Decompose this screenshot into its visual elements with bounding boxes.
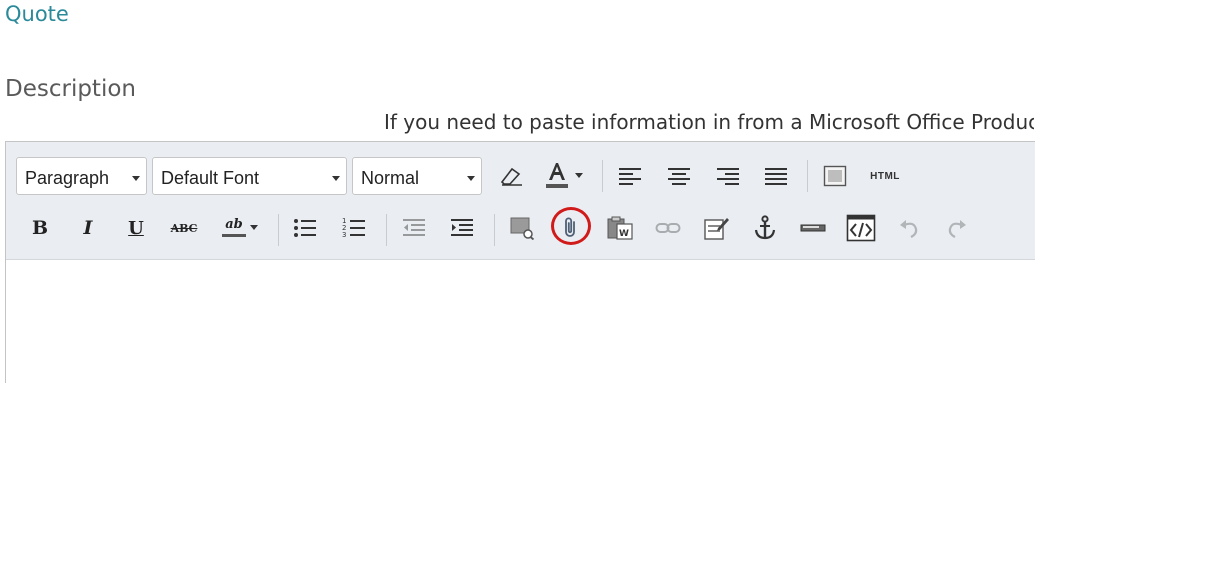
svg-text:W: W — [619, 229, 629, 239]
strikethrough-button[interactable]: ABC — [167, 211, 201, 245]
indent-button[interactable] — [445, 211, 479, 245]
chevron-down-icon — [250, 224, 258, 230]
font-select-value: Default Font — [161, 168, 260, 188]
numbered-list-button[interactable]: 1 2 3 — [337, 211, 371, 245]
insert-form-button[interactable] — [699, 211, 733, 245]
align-right-button[interactable] — [711, 159, 745, 193]
paste-word-button[interactable]: W — [603, 211, 637, 245]
align-left-icon — [619, 168, 641, 185]
align-right-icon — [717, 168, 739, 185]
align-center-icon — [668, 168, 690, 185]
anchor-icon — [754, 215, 776, 240]
insert-anchor-button[interactable] — [748, 211, 782, 245]
redo-icon — [948, 220, 966, 238]
editor-toolbar: Paragraph Default Font Normal HTML B I U… — [6, 142, 1035, 260]
font-color-icon — [546, 163, 568, 188]
underline-button[interactable]: U — [119, 211, 153, 245]
source-code-button[interactable] — [844, 211, 878, 245]
spellcheck-button[interactable]: ab — [214, 210, 266, 244]
bullet-list-icon — [294, 219, 316, 237]
html-button[interactable]: HTML — [866, 159, 904, 193]
align-justify-icon — [765, 168, 787, 185]
clipboard-word-icon: W — [607, 216, 633, 240]
toolbar-separator — [386, 214, 387, 246]
format-select[interactable]: Paragraph — [16, 157, 147, 195]
clear-format-button[interactable] — [494, 159, 528, 193]
quote-link[interactable]: Quote — [5, 2, 69, 26]
horizontal-rule-button[interactable] — [796, 211, 830, 245]
toolbar-separator — [278, 214, 279, 246]
attach-file-button[interactable] — [554, 211, 588, 245]
justify-button[interactable] — [759, 159, 793, 193]
insert-image-button[interactable] — [505, 211, 539, 245]
italic-button[interactable]: I — [71, 211, 105, 245]
size-select-value: Normal — [361, 168, 420, 188]
undo-button[interactable] — [892, 211, 926, 245]
fullscreen-button[interactable] — [818, 159, 852, 193]
spellcheck-label: ab — [225, 216, 243, 232]
align-left-button[interactable] — [613, 159, 647, 193]
indent-icon — [451, 219, 473, 236]
format-select-value: Paragraph — [25, 168, 110, 188]
numbered-list-icon: 1 2 3 — [342, 217, 365, 239]
insert-link-button[interactable] — [651, 211, 685, 245]
eraser-icon — [500, 167, 522, 186]
window-icon — [823, 165, 847, 187]
outdent-button[interactable] — [397, 211, 431, 245]
code-icon — [846, 214, 876, 242]
size-select[interactable]: Normal — [352, 157, 482, 195]
spellcheck-icon: ab — [222, 218, 246, 237]
image-icon — [510, 217, 535, 240]
toolbar-separator — [602, 160, 603, 192]
paperclip-icon — [565, 217, 575, 237]
edit-form-icon — [704, 218, 729, 240]
horizontal-rule-icon — [800, 224, 826, 232]
font-select[interactable]: Default Font — [152, 157, 347, 195]
bullet-list-button[interactable] — [288, 211, 322, 245]
undo-icon — [900, 220, 918, 238]
svg-text:3: 3 — [342, 231, 346, 239]
toolbar-separator — [494, 214, 495, 246]
rich-text-editor: Paragraph Default Font Normal HTML B I U… — [5, 141, 1035, 383]
chevron-down-icon — [575, 172, 583, 178]
description-label: Description — [5, 76, 136, 102]
editor-content-area[interactable] — [6, 260, 1035, 383]
align-center-button[interactable] — [662, 159, 696, 193]
chevron-down-icon — [467, 176, 475, 181]
font-color-button[interactable] — [538, 158, 588, 192]
paste-hint-text: If you need to paste information in from… — [384, 110, 1034, 134]
toolbar-separator — [807, 160, 808, 192]
link-icon — [655, 223, 681, 233]
outdent-icon — [403, 219, 425, 236]
spellcheck-underline — [222, 233, 246, 237]
bold-button[interactable]: B — [23, 211, 57, 245]
redo-button[interactable] — [940, 211, 974, 245]
chevron-down-icon — [332, 176, 340, 181]
chevron-down-icon — [132, 176, 140, 181]
